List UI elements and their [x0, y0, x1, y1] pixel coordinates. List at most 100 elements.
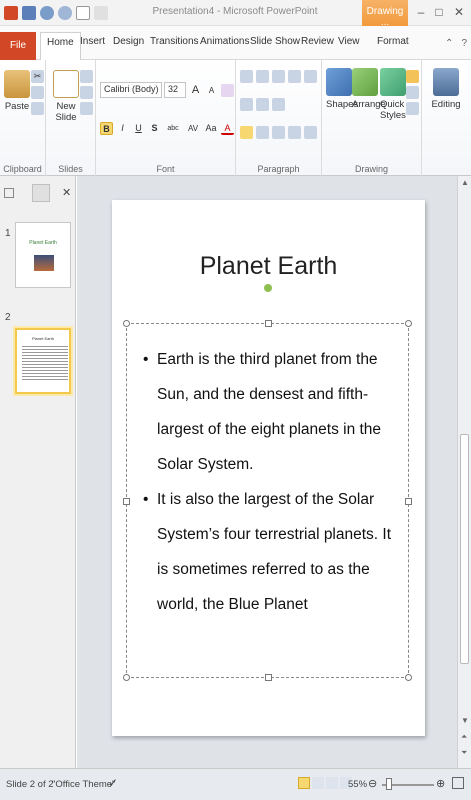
editing-button[interactable]: Editing [428, 68, 464, 110]
tab-transitions[interactable]: Transitions [150, 36, 199, 47]
numbering-icon[interactable] [256, 70, 269, 83]
zoom-out-icon[interactable]: ⊖ [368, 777, 377, 790]
bold-button[interactable]: B [100, 122, 113, 135]
tab-home[interactable]: Home [40, 32, 81, 60]
spell-check-icon[interactable]: ✓ [108, 776, 118, 790]
close-button[interactable]: ✕ [450, 4, 468, 20]
undo-icon[interactable] [40, 6, 54, 20]
slide[interactable]: Planet Earth • Earth is the third planet… [112, 200, 425, 736]
arrange-button[interactable]: Arrange [352, 68, 386, 110]
character-spacing-button[interactable]: AV [185, 122, 201, 135]
align-right-icon[interactable] [272, 126, 285, 139]
reading-view-icon[interactable] [326, 777, 338, 789]
customize-qat-icon[interactable] [94, 6, 108, 20]
fit-to-window-icon[interactable] [452, 777, 464, 789]
columns-icon[interactable] [304, 126, 317, 139]
reset-icon[interactable] [80, 86, 93, 99]
tab-slide-show[interactable]: Slide Show [250, 36, 300, 47]
vertical-scrollbar[interactable]: ▲ ▼ ⏶ ⏷ [457, 176, 471, 768]
tab-file[interactable]: File [0, 32, 36, 60]
resize-handle-l[interactable] [123, 498, 130, 505]
rotation-handle[interactable] [264, 284, 272, 292]
shape-outline-icon[interactable] [406, 86, 419, 99]
italic-button[interactable]: I [116, 122, 129, 135]
new-slide-button[interactable]: New Slide [52, 70, 80, 123]
paste-button[interactable]: Paste [4, 70, 30, 112]
font-size-combo[interactable]: 32 [164, 82, 186, 98]
slide-thumbnail-2[interactable]: Planet Earth [15, 328, 71, 394]
font-name-combo[interactable]: Calibri (Body) [100, 82, 162, 98]
scroll-down-icon[interactable]: ▼ [461, 716, 469, 725]
text-box-icon[interactable] [76, 6, 90, 20]
slides-tab-icon[interactable] [4, 188, 14, 198]
align-center-icon[interactable] [256, 126, 269, 139]
strikethrough-button[interactable]: S [148, 122, 161, 135]
section-icon[interactable] [80, 102, 93, 115]
decrease-indent-icon[interactable] [272, 70, 285, 83]
tab-view[interactable]: View [338, 36, 360, 47]
shrink-font-icon[interactable]: A [205, 84, 218, 97]
zoom-slider-thumb[interactable] [386, 778, 392, 790]
scrollbar-thumb[interactable] [460, 434, 469, 664]
quick-styles-button[interactable]: Quick Styles [380, 68, 406, 121]
resize-handle-br[interactable] [405, 674, 412, 681]
align-left-icon[interactable] [240, 126, 253, 139]
bullets-icon[interactable] [240, 70, 253, 83]
bullet-text-1[interactable]: Earth is the third planet from the Sun, … [157, 351, 381, 473]
underline-button[interactable]: U [132, 122, 145, 135]
next-slide-icon[interactable]: ⏷ [461, 748, 467, 758]
help-icon[interactable]: ? [461, 38, 467, 49]
tab-review[interactable]: Review [301, 36, 334, 47]
redo-icon[interactable] [58, 6, 72, 20]
grow-font-icon[interactable]: A [189, 84, 202, 97]
normal-view-icon[interactable] [298, 777, 310, 789]
drawing-tools-context-tab[interactable]: Drawing ... [362, 0, 408, 28]
close-panel-icon[interactable]: ✕ [62, 186, 71, 199]
copy-icon[interactable] [31, 86, 44, 99]
slide-thumbnail-1[interactable]: Planet Earth [15, 222, 71, 288]
resize-handle-b[interactable] [265, 674, 272, 681]
cut-icon[interactable]: ✂ [31, 70, 44, 83]
zoom-in-icon[interactable]: ⊕ [436, 777, 445, 790]
font-color-button[interactable]: A [221, 122, 234, 135]
shapes-button[interactable]: Shapes [326, 68, 358, 110]
tab-format[interactable]: Format [377, 36, 409, 47]
bullet-text-2[interactable]: It is also the largest of the Solar Syst… [157, 491, 391, 613]
quick-access-toolbar [4, 4, 108, 22]
shape-fill-icon[interactable] [406, 70, 419, 83]
clear-formatting-icon[interactable] [221, 84, 234, 97]
content-placeholder[interactable]: • Earth is the third planet from the Sun… [123, 320, 412, 681]
line-spacing-icon[interactable] [304, 70, 317, 83]
previous-slide-icon[interactable]: ⏶ [461, 732, 467, 742]
maximize-button[interactable]: □ [430, 4, 448, 20]
slide-title[interactable]: Planet Earth [112, 252, 425, 281]
tab-design[interactable]: Design [113, 36, 144, 47]
minimize-ribbon-icon[interactable]: ⌃ [445, 38, 453, 49]
resize-handle-bl[interactable] [123, 674, 130, 681]
tab-insert[interactable]: Insert [80, 36, 105, 47]
slide-sorter-icon[interactable] [312, 777, 324, 789]
new-slide-icon [53, 70, 79, 98]
format-painter-icon[interactable] [31, 102, 44, 115]
theme-name[interactable]: "Office Theme" [52, 779, 115, 790]
minimize-button[interactable]: – [412, 4, 430, 20]
align-text-icon[interactable] [256, 98, 269, 111]
shape-effects-icon[interactable] [406, 102, 419, 115]
scroll-up-icon[interactable]: ▲ [461, 178, 469, 187]
resize-handle-t[interactable] [265, 320, 272, 327]
shadow-button[interactable]: abc [164, 122, 182, 135]
resize-handle-r[interactable] [405, 498, 412, 505]
resize-handle-tr[interactable] [405, 320, 412, 327]
zoom-level[interactable]: 55% [348, 779, 367, 790]
text-direction-icon[interactable] [240, 98, 253, 111]
smartart-icon[interactable] [272, 98, 285, 111]
tab-animations[interactable]: Animations [200, 36, 249, 47]
resize-handle-tl[interactable] [123, 320, 130, 327]
increase-indent-icon[interactable] [288, 70, 301, 83]
justify-icon[interactable] [288, 126, 301, 139]
outline-tab-icon[interactable] [32, 184, 50, 202]
save-icon[interactable] [22, 6, 36, 20]
change-case-button[interactable]: Aa [204, 122, 218, 135]
paragraph-row-3 [240, 126, 317, 139]
layout-icon[interactable] [80, 70, 93, 83]
